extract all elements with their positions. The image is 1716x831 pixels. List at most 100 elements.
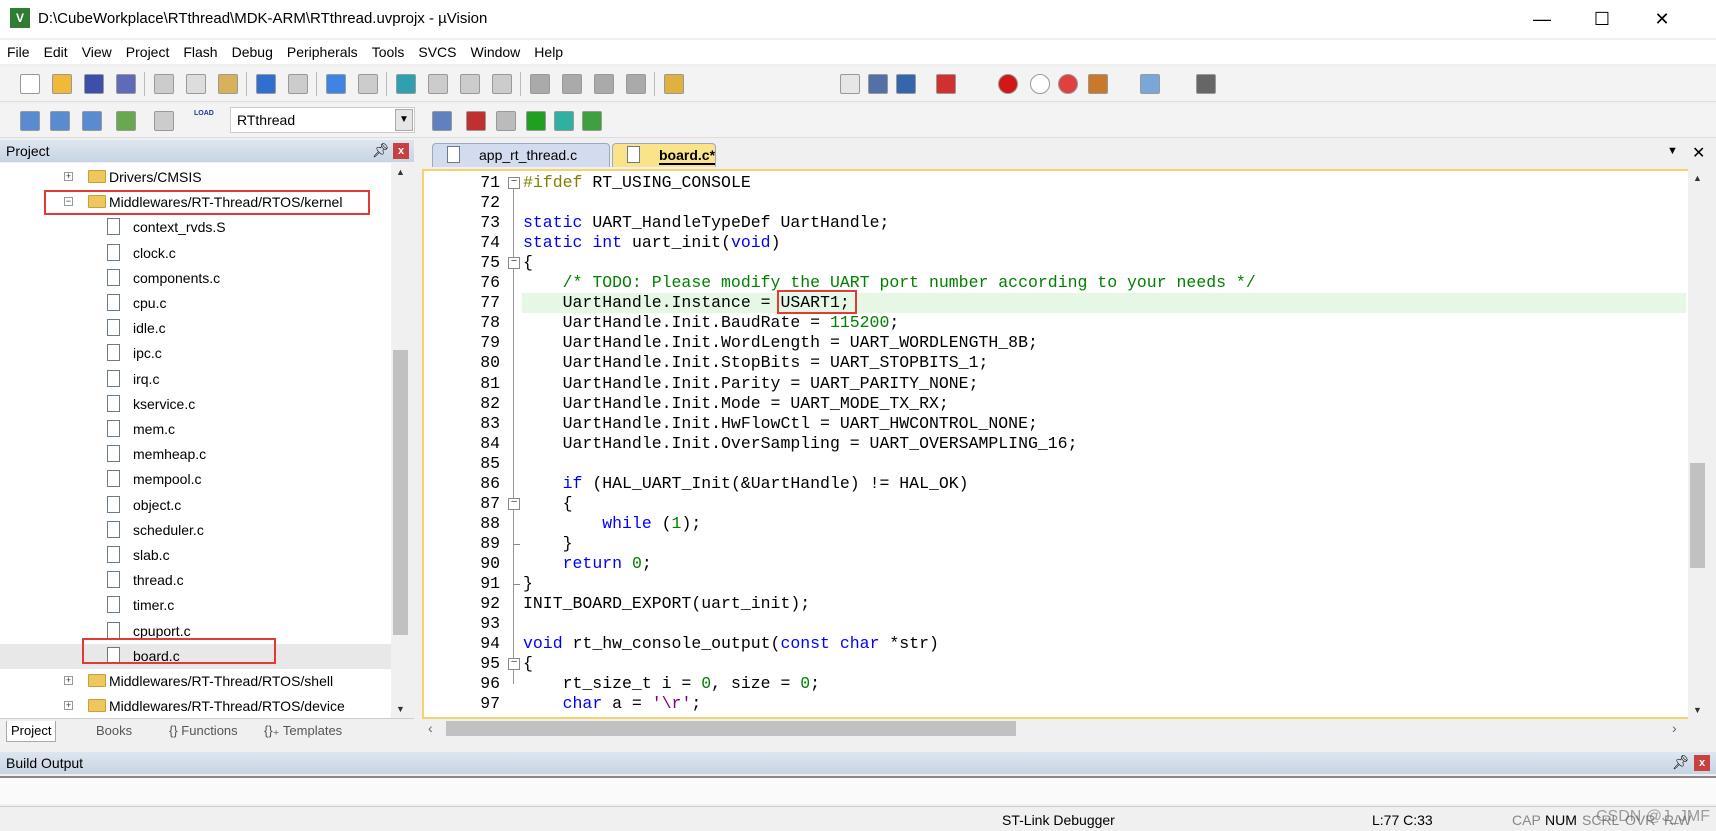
tree-file[interactable]: irq.c (0, 367, 391, 392)
fold-collapse-icon[interactable]: − (508, 177, 520, 189)
expand-toggle-icon[interactable]: + (64, 701, 73, 711)
open-folder-icon[interactable] (52, 74, 72, 94)
menu-svcs[interactable]: SVCS (411, 40, 463, 64)
tab-board-c[interactable]: board.c* (612, 143, 716, 167)
menu-flash[interactable]: Flash (176, 40, 224, 64)
undo-icon[interactable] (256, 74, 276, 94)
save-icon[interactable] (84, 74, 104, 94)
window-layout-icon[interactable] (1140, 74, 1160, 94)
tree-file[interactable]: object.c (0, 493, 391, 518)
indent-icon[interactable] (530, 74, 550, 94)
fold-collapse-icon[interactable]: − (508, 497, 520, 510)
tree-file[interactable]: memheap.c (0, 442, 391, 467)
minimize-button[interactable]: — (1514, 0, 1570, 38)
close-build-output-button[interactable]: x (1694, 755, 1710, 771)
menu-project[interactable]: Project (119, 40, 177, 64)
close-window-button[interactable]: ✕ (1634, 0, 1690, 38)
comment-icon[interactable] (594, 74, 614, 94)
tab-functions[interactable]: {} Functions (165, 721, 242, 742)
menu-window[interactable]: Window (464, 40, 528, 64)
tree-folder[interactable]: + Middlewares/RT-Thread/RTOS/shell (0, 669, 391, 694)
scroll-up-icon[interactable]: ▲ (1688, 169, 1707, 187)
search-combo-dropdown[interactable] (840, 74, 860, 94)
menu-tools[interactable]: Tools (365, 40, 412, 64)
tree-file[interactable]: ipc.c (0, 341, 391, 366)
scroll-left-icon[interactable]: ‹ (428, 720, 433, 736)
editor-hscroll-thumb[interactable] (446, 721, 1016, 736)
editor-vertical-scrollbar[interactable]: ▲ ▼ (1688, 169, 1707, 719)
disable-breakpoint-icon[interactable] (1030, 74, 1050, 94)
tree-file[interactable]: cpu.c (0, 291, 391, 316)
new-file-icon[interactable] (20, 74, 40, 94)
tree-file[interactable]: mem.c (0, 417, 391, 442)
target-select[interactable]: RTthread (230, 107, 415, 133)
pack-installer-icon[interactable] (582, 111, 602, 131)
uncomment-icon[interactable] (626, 74, 646, 94)
filter-icon[interactable] (554, 111, 574, 131)
menu-file[interactable]: File (0, 40, 37, 64)
expand-toggle-icon[interactable]: + (64, 172, 73, 181)
back-icon[interactable] (326, 74, 346, 94)
close-tab-icon[interactable]: ✕ (1692, 143, 1705, 163)
scroll-down-icon[interactable]: ▼ (1688, 701, 1707, 719)
menu-peripherals[interactable]: Peripherals (280, 40, 365, 64)
batch-build-icon[interactable] (116, 111, 136, 131)
tree-folder[interactable]: + Drivers/CMSIS (0, 165, 391, 190)
bookmark-icon[interactable] (396, 74, 416, 94)
translate-icon[interactable] (20, 111, 40, 131)
next-bookmark-icon[interactable] (460, 74, 480, 94)
expand-toggle-icon[interactable]: + (64, 676, 73, 685)
tree-file[interactable]: mempool.c (0, 467, 391, 492)
manage-components-icon[interactable] (466, 111, 486, 131)
forward-icon[interactable] (358, 74, 378, 94)
pin-icon[interactable]: 📌︎ (372, 142, 390, 159)
tree-file[interactable]: kservice.c (0, 392, 391, 417)
chevron-down-icon[interactable]: ▼ (395, 109, 413, 131)
tree-file[interactable]: clock.c (0, 241, 391, 266)
incremental-find-icon[interactable] (868, 74, 888, 94)
cut-icon[interactable] (154, 74, 174, 94)
wand-options-icon[interactable] (432, 111, 452, 131)
fold-collapse-icon[interactable]: − (508, 257, 520, 270)
tree-file[interactable]: slab.c (0, 543, 391, 568)
tree-file[interactable]: components.c (0, 266, 391, 291)
tree-folder[interactable]: + Middlewares/RT-Thread/RTOS/device (0, 694, 391, 718)
scroll-right-icon[interactable]: › (1672, 720, 1677, 736)
menu-view[interactable]: View (75, 40, 119, 64)
tree-scroll-thumb[interactable] (393, 350, 408, 635)
paste-icon[interactable] (218, 74, 238, 94)
tab-books[interactable]: Books (92, 721, 136, 742)
clear-bookmarks-icon[interactable] (492, 74, 512, 94)
source-browse-icon[interactable] (896, 74, 916, 94)
menu-debug[interactable]: Debug (225, 40, 280, 64)
tree-file[interactable]: idle.c (0, 316, 391, 341)
stop-build-icon[interactable] (154, 111, 174, 131)
menu-help[interactable]: Help (527, 40, 570, 64)
pin-icon[interactable]: 📌︎ (1672, 754, 1690, 771)
rebuild-icon[interactable] (82, 111, 102, 131)
unindent-icon[interactable] (562, 74, 582, 94)
scroll-down-icon[interactable]: ▼ (391, 700, 410, 718)
kill-breakpoints-icon[interactable] (1058, 74, 1078, 94)
menu-edit[interactable]: Edit (37, 40, 75, 64)
save-all-icon[interactable] (116, 74, 136, 94)
close-project-panel-button[interactable]: x (393, 143, 409, 159)
tab-project[interactable]: Project (6, 721, 57, 742)
options-icon[interactable] (1088, 74, 1108, 94)
tree-file[interactable]: context_rvds.S (0, 215, 391, 240)
tab-templates[interactable]: {}₊ Templates (260, 721, 346, 742)
code-editor[interactable]: 71− #ifdef RT_USING_CONSOLE 72 73 static UAR… (422, 169, 1688, 719)
tree-file[interactable]: scheduler.c (0, 518, 391, 543)
redo-icon[interactable] (288, 74, 308, 94)
tab-app-rt-thread-c[interactable]: app_rt_thread.c (432, 143, 610, 167)
editor-vscroll-thumb[interactable] (1690, 463, 1705, 568)
tab-list-dropdown-icon[interactable]: ▼ (1667, 145, 1678, 157)
find-in-files-icon[interactable] (664, 74, 684, 94)
build-icon[interactable] (50, 111, 70, 131)
copy-components-icon[interactable] (496, 111, 516, 131)
debug-session-icon[interactable] (936, 74, 956, 94)
breakpoint-icon[interactable] (998, 74, 1018, 94)
copy-icon[interactable] (186, 74, 206, 94)
tree-file[interactable]: thread.c (0, 568, 391, 593)
fold-collapse-icon[interactable]: − (508, 658, 520, 671)
